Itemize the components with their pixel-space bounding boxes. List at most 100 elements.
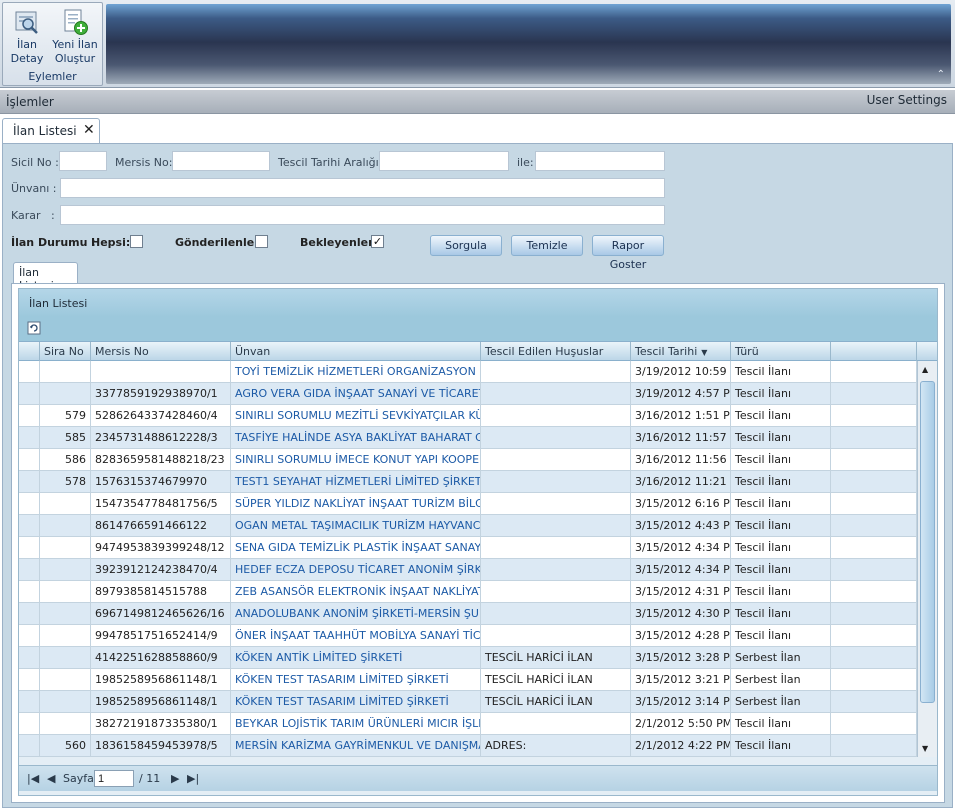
unvan-link[interactable]: ZEB ASANSÖR ELEKTRONİK İNŞAAT NAKLİYAT İ… [231,581,481,603]
unvan-link[interactable]: AGRO VERA GIDA İNŞAAT SANAYİ VE TİCARET … [231,383,481,405]
table-row[interactable]: 4142251628858860/9 KÖKEN ANTİK LİMİTED Şİ… [19,647,917,669]
table-row[interactable]: 3827219187335380/1 BEYKAR LOJİSTİK TARIM … [19,713,917,735]
table-row[interactable]: 1985258956861148/1 KÖKEN TEST TASARIM LİM… [19,691,917,713]
table-row[interactable]: 579 5286264337428460/4 SINIRLI SORUMLU MEZ… [19,405,917,427]
row-selector [19,735,40,757]
sicil-no-input[interactable] [59,151,107,171]
next-page-icon[interactable]: ▶ [171,772,179,785]
empty-cell [831,449,917,471]
table-row[interactable]: 578 1576315374679970 TEST1 SEYAHAT HİZMETL… [19,471,917,493]
rapor-goster-button[interactable]: Rapor Goster [592,235,664,271]
mersis-no-cell: 3923912124238470/4 [91,559,231,581]
grid-title: İlan Listesi [29,297,88,310]
column-header-mersis-no[interactable]: Mersis No [91,342,231,361]
table-row[interactable]: 9474953839399248/12 SENA GIDA TEMİZLİK PL… [19,537,917,559]
unvan-link[interactable]: KÖKEN ANTİK LİMİTED ŞİRKETİ [231,647,481,669]
temizle-button[interactable]: Temizle [511,235,583,256]
tab-ilan-listesi[interactable]: İlan Listesi ✕ [2,118,100,143]
table-row[interactable]: 1985258956861148/1 KÖKEN TEST TASARIM LİM… [19,669,917,691]
empty-cell [831,647,917,669]
unvan-link[interactable]: SENA GIDA TEMİZLİK PLASTİK İNŞAAT SANAYİ… [231,537,481,559]
sira-no-cell [40,493,91,515]
karar-label: Karar : [11,209,55,222]
unvan-link[interactable]: TEST1 SEYAHAT HİZMETLERİ LİMİTED ŞİRKETİ [231,471,481,493]
hepsi-checkbox[interactable] [130,235,143,248]
table-row[interactable]: 586 8283659581488218/23 SINIRLI SORUMLU İM… [19,449,917,471]
document-tabstrip: İlan Listesi ✕ [0,115,955,143]
tescil-tarihi-cell: 3/15/2012 3:14 PM [631,691,731,713]
last-page-icon[interactable]: ▶| [187,772,199,785]
first-page-icon[interactable]: |◀ [27,772,39,785]
page-number-input[interactable] [94,770,134,787]
row-selector [19,405,40,427]
scroll-down-icon[interactable]: ▼ [922,744,928,753]
unvani-input[interactable] [60,178,665,198]
yeni-ilan-olustur-button[interactable]: Yeni İlan Oluştur [51,5,99,69]
column-header-turu[interactable]: Türü [731,342,831,361]
empty-cell [831,361,917,383]
close-icon[interactable]: ✕ [83,122,95,138]
column-header-tescil-tarihi[interactable]: Tescil Tarihi ▼ [631,342,731,361]
mersis-no-cell: 9947851751652414/9 [91,625,231,647]
user-settings-link[interactable]: User Settings [867,93,947,107]
column-header-unvan[interactable]: Ünvan [231,342,481,361]
bekleyenler-checkbox[interactable]: ✓ [371,235,384,248]
empty-cell [831,559,917,581]
table-row[interactable]: 560 1836158459453978/5 MERSİN KARİZMA GAYR… [19,735,917,757]
table-row[interactable]: 9947851751652414/9 ÖNER İNŞAAT TAAHHÜT MO… [19,625,917,647]
row-selector [19,361,40,383]
table-row[interactable]: 8979385814515788 ZEB ASANSÖR ELEKTRONİK İ… [19,581,917,603]
unvan-link[interactable]: OGAN METAL TAŞIMACILIK TURİZM HAYVANCILI… [231,515,481,537]
tescil-tarihi-start-input[interactable] [379,151,509,171]
previous-page-icon[interactable]: ◀ [47,772,55,785]
inner-tab-ilan-listesi[interactable]: İlan Listesi [13,262,78,292]
unvan-link[interactable]: TASFİYE HALİNDE ASYA BAKLİYAT BAHARAT GI… [231,427,481,449]
mersis-no-input[interactable] [172,151,270,171]
unvan-link[interactable]: SINIRLI SORUMLU İMECE KONUT YAPI KOOPERA… [231,449,481,471]
sorgula-button[interactable]: Sorgula [430,235,502,256]
turu-cell: Tescil İlanı [731,713,831,735]
table-row[interactable]: TOYİ TEMİZLİK HİZMETLERİ ORGANİZASYON RE… [19,361,917,383]
tescil-tarihi-cell: 3/16/2012 11:21 AM [631,471,731,493]
karar-input[interactable] [60,205,665,225]
column-header-tescil-edilen-hususlar[interactable]: Tescil Edilen Huşuslar [481,342,631,361]
unvan-link[interactable]: TOYİ TEMİZLİK HİZMETLERİ ORGANİZASYON RE… [231,361,481,383]
scroll-up-icon[interactable]: ▲ [922,365,928,374]
column-header-sira-no[interactable]: Sira No [40,342,91,361]
refresh-icon[interactable] [27,321,41,335]
unvan-link[interactable]: BEYKAR LOJİSTİK TARIM ÜRÜNLERİ MICIR İŞL… [231,713,481,735]
unvan-link[interactable]: KÖKEN TEST TASARIM LİMİTED ŞİRKETİ [231,691,481,713]
unvan-link[interactable]: ANADOLUBANK ANONİM ŞİRKETİ-MERSİN ŞUBESİ [231,603,481,625]
turu-cell: Tescil İlanı [731,449,831,471]
table-row[interactable]: 3923912124238470/4 HEDEF ECZA DEPOSU TİCA… [19,559,917,581]
row-selector [19,669,40,691]
mersis-no-cell: 9474953839399248/12 [91,537,231,559]
hususlar-cell [481,515,631,537]
table-row[interactable]: 6967149812465626/16 ANADOLUBANK ANONİM Şİ… [19,603,917,625]
ilan-detay-button[interactable]: İlan Detay [3,5,51,69]
unvan-link[interactable]: MERSİN KARİZMA GAYRİMENKUL VE DANIŞMANLI… [231,735,481,757]
sira-no-cell: 578 [40,471,91,493]
vertical-scrollbar[interactable]: ▲ ▼ [917,361,937,757]
ribbon-collapse-icon[interactable]: ⌃ [937,69,945,80]
table-row[interactable]: 585 2345731488612228/3 TASFİYE HALİNDE ASY… [19,427,917,449]
unvan-link[interactable]: SINIRLI SORUMLU MEZİTLİ SEVKİYATÇILAR KÜ… [231,405,481,427]
gonderilenler-checkbox[interactable] [255,235,268,248]
table-row[interactable]: 1547354778481756/5 SÜPER YILDIZ NAKLİYAT … [19,493,917,515]
mersis-no-cell: 1985258956861148/1 [91,691,231,713]
scrollbar-thumb[interactable] [920,381,935,703]
tescil-tarihi-cell: 3/16/2012 11:57 AM [631,427,731,449]
unvan-link[interactable]: HEDEF ECZA DEPOSU TİCARET ANONİM ŞİRKETİ… [231,559,481,581]
unvan-link[interactable]: KÖKEN TEST TASARIM LİMİTED ŞİRKETİ [231,669,481,691]
unvan-link[interactable]: ÖNER İNŞAAT TAAHHÜT MOBİLYA SANAYİ TİCAR… [231,625,481,647]
table-row[interactable]: 8614766591466122 OGAN METAL TAŞIMACILIK T… [19,515,917,537]
row-selector [19,471,40,493]
grid-pager: |◀ ◀ Sayfa / 11 ▶ ▶| [19,765,937,791]
unvan-link[interactable]: SÜPER YILDIZ NAKLİYAT İNŞAAT TURİZM BİLG… [231,493,481,515]
empty-cell [831,383,917,405]
grid-rows: TOYİ TEMİZLİK HİZMETLERİ ORGANİZASYON RE… [19,361,917,757]
tescil-tarihi-end-input[interactable] [535,151,665,171]
table-row[interactable]: 3377859192938970/1 AGRO VERA GIDA İNŞAAT … [19,383,917,405]
ile-label: ile: [517,156,534,169]
hususlar-cell [481,449,631,471]
